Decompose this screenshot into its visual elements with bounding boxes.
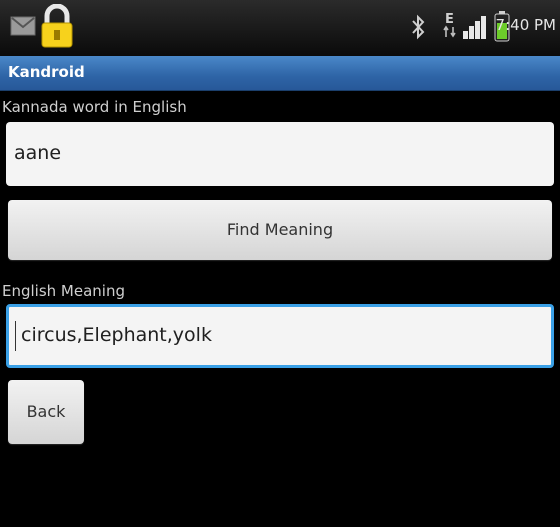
mail-icon bbox=[10, 16, 36, 36]
title-bar: Kandroid bbox=[0, 56, 560, 91]
find-meaning-button[interactable]: Find Meaning bbox=[8, 200, 552, 260]
kannada-word-value: aane bbox=[14, 142, 62, 164]
english-meaning-label: English Meaning bbox=[2, 282, 125, 300]
find-meaning-label: Find Meaning bbox=[226, 220, 334, 239]
status-bar: E 7:40 PM bbox=[0, 0, 560, 56]
svg-text:E: E bbox=[445, 12, 454, 27]
back-label: Back bbox=[26, 402, 66, 421]
signal-icon bbox=[463, 16, 486, 39]
english-meaning-input[interactable]: circus,Elephant,yolk bbox=[6, 304, 554, 368]
bluetooth-icon bbox=[412, 14, 425, 40]
english-meaning-value: circus,Elephant,yolk bbox=[21, 324, 212, 346]
kannada-word-input[interactable]: aane bbox=[6, 122, 554, 186]
edge-data-icon: E bbox=[443, 12, 456, 38]
app-title: Kandroid bbox=[8, 63, 85, 81]
back-button[interactable]: Back bbox=[8, 380, 84, 444]
lock-icon bbox=[41, 4, 73, 48]
kannada-word-label: Kannada word in English bbox=[2, 98, 187, 116]
text-cursor bbox=[15, 321, 16, 351]
status-time: 7:40 PM bbox=[495, 16, 556, 34]
